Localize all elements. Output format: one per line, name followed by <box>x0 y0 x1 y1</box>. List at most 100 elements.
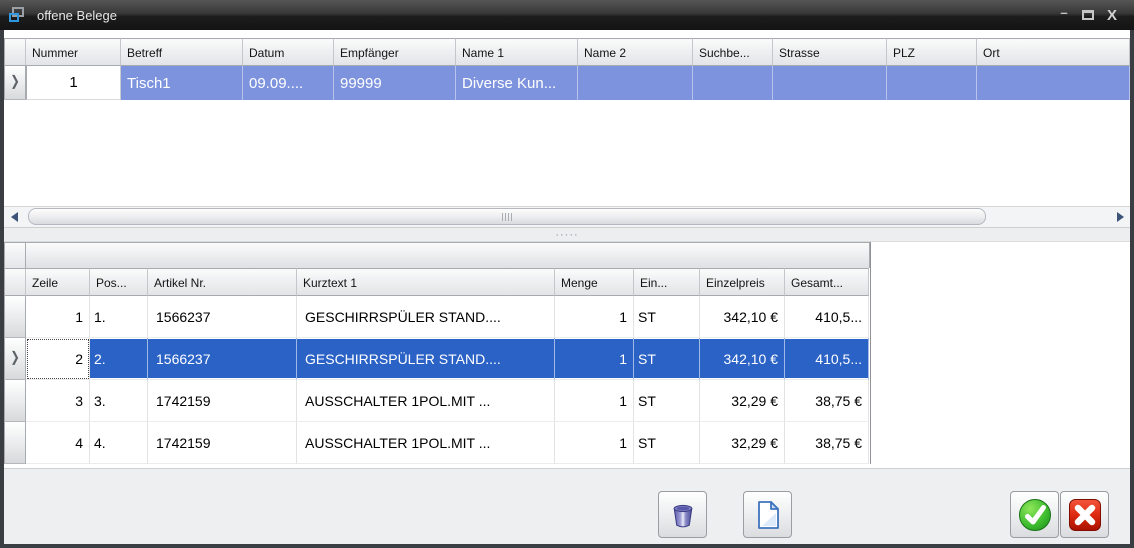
minimize-button[interactable]: – <box>1052 5 1076 25</box>
cell-menge[interactable]: 1 <box>555 380 634 422</box>
cell-menge[interactable]: 1 <box>555 422 634 464</box>
cell-einheit[interactable]: ST <box>634 380 700 422</box>
cell-plz[interactable] <box>887 66 977 100</box>
column-header-name1[interactable]: Name 1 <box>456 38 578 66</box>
position-row-3[interactable]: 3 3. 1742159 AUSSCHALTER 1POL.MIT ... 1 … <box>4 380 870 422</box>
cell-nummer[interactable]: 1 <box>26 66 121 100</box>
position-row-1[interactable]: 1 1. 1566237 GESCHIRRSPÜLER STAND.... 1 … <box>4 296 870 338</box>
column-header-datum[interactable]: Datum <box>243 38 334 66</box>
cell-kurztext1[interactable]: AUSSCHALTER 1POL.MIT ... <box>297 422 555 464</box>
cell-kurztext1[interactable]: GESCHIRRSPÜLER STAND.... <box>297 296 555 338</box>
header-corner-cell <box>4 38 26 66</box>
cell-zeile[interactable]: 3 <box>26 380 90 422</box>
scroll-right-icon <box>1117 212 1124 222</box>
document-row-selected[interactable]: ❯ 1 Tisch1 09.09.... 99999 Diverse Kun..… <box>4 66 1130 100</box>
window-controls: – X <box>1052 5 1124 25</box>
column-header-empfaenger[interactable]: Empfänger <box>334 38 456 66</box>
header-corner-cell <box>4 268 26 296</box>
cell-strasse[interactable] <box>773 66 887 100</box>
cell-datum[interactable]: 09.09.... <box>243 66 334 100</box>
cell-gesamt[interactable]: 410,5... <box>785 296 869 338</box>
column-header-suchbegriff[interactable]: Suchbe... <box>693 38 773 66</box>
scrollbar-thumb[interactable] <box>28 208 986 225</box>
cell-kurztext1[interactable]: GESCHIRRSPÜLER STAND.... <box>297 338 555 380</box>
column-header-einzelpreis[interactable]: Einzelpreis <box>700 268 785 296</box>
cell-pos[interactable]: 2. <box>90 338 148 380</box>
position-row-4[interactable]: 4 4. 1742159 AUSSCHALTER 1POL.MIT ... 1 … <box>4 422 870 464</box>
row-indicator-icon: ❯ <box>10 352 19 366</box>
cell-artikel-nr[interactable]: 1742159 <box>148 380 297 422</box>
column-header-name2[interactable]: Name 2 <box>578 38 693 66</box>
group-band-corner <box>4 242 26 268</box>
x-icon <box>1067 497 1103 533</box>
close-button[interactable]: X <box>1100 5 1124 25</box>
cell-artikel-nr[interactable]: 1566237 <box>148 338 297 380</box>
position-row-2-selected[interactable]: ❯ 2 2. 1566237 GESCHIRRSPÜLER STAND.... … <box>4 338 870 380</box>
column-header-ort[interactable]: Ort <box>977 38 1130 66</box>
cell-name2[interactable] <box>578 66 693 100</box>
scroll-left-button[interactable] <box>4 207 24 227</box>
column-header-menge[interactable]: Menge <box>555 268 634 296</box>
cell-menge[interactable]: 1 <box>555 338 634 380</box>
row-selector[interactable]: ❯ <box>4 338 26 380</box>
new-document-button[interactable] <box>743 491 792 538</box>
group-band <box>4 242 870 268</box>
cell-betreff[interactable]: Tisch1 <box>121 66 243 100</box>
cell-zeile-focused[interactable]: 2 <box>26 338 90 380</box>
cell-pos[interactable]: 1. <box>90 296 148 338</box>
cell-gesamt[interactable]: 38,75 € <box>785 380 869 422</box>
cell-gesamt[interactable]: 38,75 € <box>785 422 869 464</box>
close-icon: X <box>1107 7 1117 24</box>
cell-pos[interactable]: 4. <box>90 422 148 464</box>
cell-zeile[interactable]: 1 <box>26 296 90 338</box>
cell-einzelpreis[interactable]: 32,29 € <box>700 422 785 464</box>
ok-button[interactable] <box>1010 491 1059 538</box>
row-selector[interactable] <box>4 380 26 422</box>
column-header-plz[interactable]: PLZ <box>887 38 977 66</box>
column-header-artikel-nr[interactable]: Artikel Nr. <box>148 268 297 296</box>
cell-kurztext1[interactable]: AUSSCHALTER 1POL.MIT ... <box>297 380 555 422</box>
column-header-kurztext1[interactable]: Kurztext 1 <box>297 268 555 296</box>
cell-einzelpreis[interactable]: 342,10 € <box>700 338 785 380</box>
cell-ort[interactable] <box>977 66 1130 100</box>
check-icon <box>1017 497 1053 533</box>
cell-empfaenger[interactable]: 99999 <box>334 66 456 100</box>
minimize-icon: – <box>1060 5 1067 20</box>
grid-splitter[interactable] <box>4 228 1130 242</box>
cell-einheit[interactable]: ST <box>634 296 700 338</box>
column-header-betreff[interactable]: Betreff <box>121 38 243 66</box>
cell-einheit[interactable]: ST <box>634 422 700 464</box>
positions-grid: Zeile Pos... Artikel Nr. Kurztext 1 Meng… <box>4 242 871 464</box>
row-selector[interactable] <box>4 296 26 338</box>
cell-einzelpreis[interactable]: 32,29 € <box>700 380 785 422</box>
scroll-right-button[interactable] <box>1110 207 1130 227</box>
cell-suchbegriff[interactable] <box>693 66 773 100</box>
documents-grid: Nummer Betreff Datum Empfänger Name 1 Na… <box>4 38 1130 100</box>
cell-zeile[interactable]: 4 <box>26 422 90 464</box>
cell-einzelpreis[interactable]: 342,10 € <box>700 296 785 338</box>
column-header-strasse[interactable]: Strasse <box>773 38 887 66</box>
cell-einheit[interactable]: ST <box>634 338 700 380</box>
maximize-icon <box>1082 10 1094 20</box>
cell-pos[interactable]: 3. <box>90 380 148 422</box>
maximize-button[interactable] <box>1076 5 1100 25</box>
row-selector[interactable]: ❯ <box>4 66 26 100</box>
column-header-nummer[interactable]: Nummer <box>26 38 121 66</box>
row-indicator-icon: ❯ <box>10 76 19 90</box>
column-header-pos[interactable]: Pos... <box>90 268 148 296</box>
cell-artikel-nr[interactable]: 1566237 <box>148 296 297 338</box>
cell-artikel-nr[interactable]: 1742159 <box>148 422 297 464</box>
group-band-fill <box>26 242 870 268</box>
titlebar: offene Belege – X <box>0 0 1134 30</box>
cancel-button[interactable] <box>1060 491 1109 538</box>
cell-name1[interactable]: Diverse Kun... <box>456 66 578 100</box>
column-header-einheit[interactable]: Ein... <box>634 268 700 296</box>
column-header-zeile[interactable]: Zeile <box>26 268 90 296</box>
cell-gesamt[interactable]: 410,5... <box>785 338 869 380</box>
delete-button[interactable] <box>658 491 707 538</box>
row-selector[interactable] <box>4 422 26 464</box>
column-header-gesamt[interactable]: Gesamt... <box>785 268 869 296</box>
horizontal-scrollbar[interactable] <box>4 206 1130 228</box>
documents-grid-header: Nummer Betreff Datum Empfänger Name 1 Na… <box>4 38 1130 66</box>
cell-menge[interactable]: 1 <box>555 296 634 338</box>
